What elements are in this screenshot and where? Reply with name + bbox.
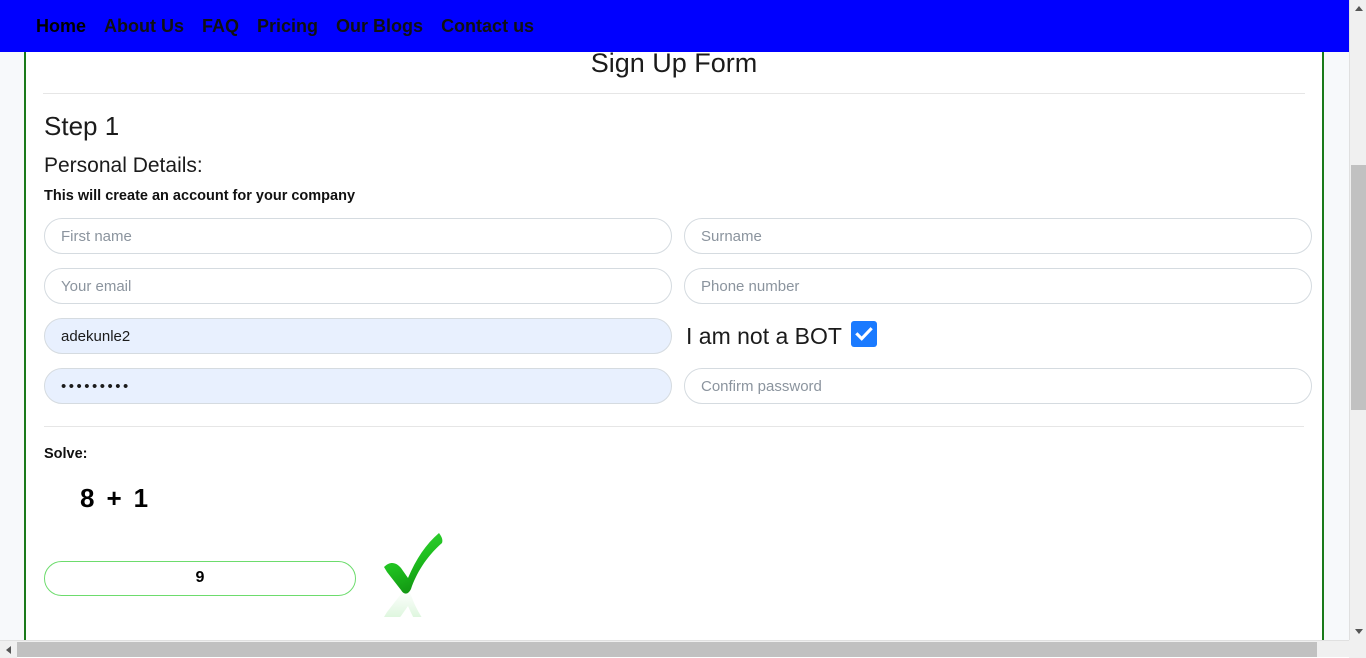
scrollbar-corner xyxy=(1349,640,1366,657)
card-body: Step 1 Personal Details: This will creat… xyxy=(26,94,1322,640)
nav-item-our-blogs[interactable]: Our Blogs xyxy=(336,17,423,35)
nav-item-home[interactable]: Home xyxy=(36,17,86,35)
horizontal-scrollbar[interactable] xyxy=(0,640,1366,658)
first-name-col xyxy=(44,218,672,255)
form-row-username: I am not a BOT xyxy=(44,318,1304,355)
captcha-operand-right: 1 xyxy=(133,483,150,514)
username-input[interactable] xyxy=(44,318,672,355)
vertical-scrollbar[interactable] xyxy=(1349,0,1366,640)
vertical-scrollbar-thumb[interactable] xyxy=(1351,165,1366,410)
surname-input[interactable] xyxy=(684,218,1312,255)
nav-item-faq[interactable]: FAQ xyxy=(202,17,239,35)
bot-col: I am not a BOT xyxy=(684,318,1312,354)
scroll-left-button[interactable] xyxy=(0,641,17,658)
caret-up-icon xyxy=(1354,6,1363,11)
captcha-operator: + xyxy=(106,483,123,514)
section-subtitle: This will create an account for your com… xyxy=(44,188,356,205)
password-col xyxy=(44,368,672,405)
bot-label: I am not a BOT xyxy=(686,322,842,349)
captcha-answer-input[interactable] xyxy=(44,560,356,596)
bot-checkbox[interactable] xyxy=(850,321,877,348)
caret-down-icon xyxy=(1354,629,1363,634)
email-input[interactable] xyxy=(44,268,672,305)
section-title: Personal Details: xyxy=(44,153,203,177)
green-check-icon xyxy=(382,531,444,640)
nav-item-contact-us[interactable]: Contact us xyxy=(441,17,534,35)
step-title: Step 1 xyxy=(44,111,120,141)
caret-left-icon xyxy=(6,645,11,654)
bot-confirmation: I am not a BOT xyxy=(684,318,1312,354)
captcha-operand-left: 8 xyxy=(80,483,96,514)
solve-label: Solve: xyxy=(44,446,88,463)
form-row-contact xyxy=(44,268,1312,305)
phone-input[interactable] xyxy=(684,268,1312,305)
top-navigation: Home About Us FAQ Pricing Our Blogs Cont… xyxy=(0,0,1349,52)
username-col xyxy=(44,318,672,355)
confirm-password-col xyxy=(684,368,1312,405)
password-input[interactable] xyxy=(44,368,672,405)
scroll-down-button[interactable] xyxy=(1350,623,1366,640)
form-row-name xyxy=(44,218,1312,255)
scroll-up-button[interactable] xyxy=(1350,0,1366,17)
first-name-input[interactable] xyxy=(44,218,672,255)
confirm-password-input[interactable] xyxy=(684,368,1312,405)
email-col xyxy=(44,268,672,305)
horizontal-scrollbar-thumb[interactable] xyxy=(17,642,1317,657)
form-row-password xyxy=(44,368,1312,405)
surname-col xyxy=(684,218,1312,255)
phone-col xyxy=(684,268,1312,305)
captcha-equation: 8 +1 xyxy=(44,462,1304,511)
nav-item-about-us[interactable]: About Us xyxy=(104,17,184,35)
captcha-answer-row xyxy=(44,533,1304,640)
check-icon xyxy=(855,327,873,342)
nav-item-pricing[interactable]: Pricing xyxy=(257,17,318,35)
signup-card: Sign Up Form Step 1 Personal Details: Th… xyxy=(24,0,1324,640)
browser-viewport: Sign Up Form Step 1 Personal Details: Th… xyxy=(0,0,1349,640)
